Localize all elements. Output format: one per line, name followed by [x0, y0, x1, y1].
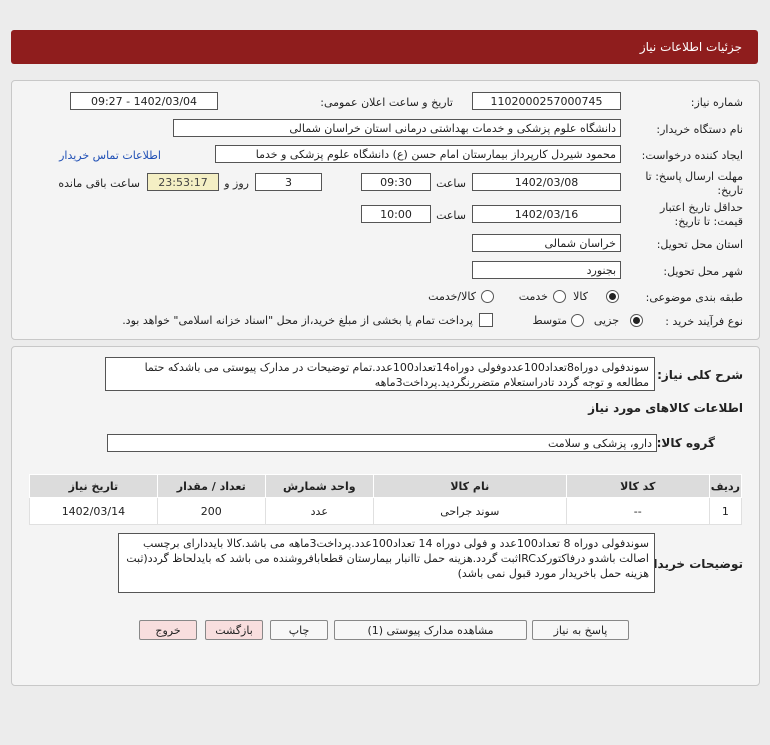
reply-time-field: 09:30 — [361, 173, 431, 191]
cell-need-date: 1402/03/14 — [29, 497, 158, 525]
category-radio-goods-service[interactable] — [481, 290, 494, 303]
need-number-field: 1102000257000745 — [472, 92, 621, 110]
page-title: جزئیات اطلاعات نیاز — [639, 40, 742, 54]
col-row: ردیف — [708, 474, 743, 498]
col-need-date: تاریخ نیاز — [29, 474, 158, 498]
goods-section-title: اطلاعات کالاهای مورد نیاز — [588, 401, 743, 415]
buyer-org-field: دانشگاه علوم پزشکی و خدمات بهداشتی درمان… — [173, 119, 621, 137]
days-field: 3 — [255, 173, 322, 191]
city-label: شهر محل تحویل: — [663, 265, 743, 278]
purchase-option-medium: متوسط — [532, 314, 567, 327]
page-header: جزئیات اطلاعات نیاز — [11, 30, 758, 64]
category-label: طبقه بندی موضوعی: — [645, 291, 743, 304]
col-unit: واحد شمارش — [264, 474, 374, 498]
reply-deadline-label-2: تاریخ: — [717, 184, 743, 197]
contact-info-link[interactable]: اطلاعات تماس خریدار — [59, 149, 161, 162]
buyer-notes-label: توضیحات خریدار: — [641, 557, 743, 571]
category-radio-service[interactable] — [553, 290, 566, 303]
validity-time-label: ساعت — [436, 209, 466, 222]
remaining-time-field: 23:53:17 — [147, 173, 219, 191]
col-code: کد کالا — [565, 474, 710, 498]
reply-time-label: ساعت — [436, 177, 466, 190]
col-quantity: تعداد / مقدار — [156, 474, 266, 498]
days-label: روز و — [224, 177, 249, 190]
buyer-notes-text: سوندفولی دوراه 8 تعداد100عدد و فولی دورا… — [118, 533, 655, 593]
goods-group-label: گروه کالا: — [656, 436, 715, 450]
announce-label: تاریخ و ساعت اعلان عمومی: — [320, 96, 453, 109]
cell-name: سوند جراحی — [372, 497, 567, 525]
validity-label-2: قیمت: تا تاریخ: — [674, 215, 743, 228]
print-button[interactable]: چاپ — [270, 620, 328, 640]
announce-field: 1402/03/04 - 09:27 — [70, 92, 218, 110]
creator-label: ایجاد کننده درخواست: — [641, 149, 743, 162]
reply-button[interactable]: پاسخ به نیاز — [532, 620, 629, 640]
view-documents-button[interactable]: مشاهده مدارک پیوستی (1) — [334, 620, 527, 640]
validity-time-field: 10:00 — [361, 205, 431, 223]
province-label: استان محل تحویل: — [656, 238, 743, 251]
col-name: نام کالا — [372, 474, 567, 498]
cell-unit: عدد — [264, 497, 374, 525]
validity-label: حداقل تاریخ اعتبار — [659, 201, 743, 214]
category-option-service: خدمت — [518, 290, 548, 303]
buyer-org-label: نام دستگاه خریدار: — [656, 123, 743, 136]
purchase-radio-medium[interactable] — [571, 314, 584, 327]
table-row: 1 -- سوند جراحی عدد 200 1402/03/14 — [29, 497, 743, 525]
validity-date-field: 1402/03/16 — [472, 205, 621, 223]
purchase-option-minor: جزیی — [593, 314, 619, 327]
need-number-label: شماره نیاز: — [690, 96, 743, 109]
purchase-radio-minor[interactable] — [630, 314, 643, 327]
remaining-label: ساعت باقی مانده — [58, 177, 140, 190]
goods-table: ردیف کد کالا نام کالا واحد شمارش تعداد /… — [29, 474, 743, 525]
goods-table-header: ردیف کد کالا نام کالا واحد شمارش تعداد /… — [29, 474, 743, 498]
creator-field: محمود شیردل کارپرداز بیمارستان امام حسن … — [215, 145, 621, 163]
treasury-payment-note: پرداخت تمام یا بخشی از مبلغ خرید،از محل … — [122, 314, 473, 327]
treasury-payment-checkbox[interactable] — [479, 313, 493, 327]
cell-quantity: 200 — [156, 497, 266, 525]
summary-label: شرح کلی نیاز: — [657, 368, 743, 382]
back-button[interactable]: بازگشت — [205, 620, 263, 640]
category-option-goods-service: کالا/خدمت — [428, 290, 476, 303]
goods-group-field: دارو، پزشکی و سلامت — [107, 434, 657, 452]
category-radio-goods[interactable] — [606, 290, 619, 303]
summary-text: سوندفولی دوراه8تعداد100عددوفولی دوراه14ت… — [105, 357, 655, 391]
reply-deadline-label: مهلت ارسال پاسخ: تا — [645, 170, 743, 183]
exit-button[interactable]: خروج — [139, 620, 197, 640]
category-option-goods: کالا — [573, 290, 588, 303]
province-field: خراسان شمالی — [472, 234, 621, 252]
cell-code: -- — [565, 497, 710, 525]
cell-row: 1 — [708, 497, 743, 525]
purchase-type-label: نوع فرآیند خرید : — [665, 315, 743, 328]
reply-date-field: 1402/03/08 — [472, 173, 621, 191]
city-field: بجنورد — [472, 261, 621, 279]
